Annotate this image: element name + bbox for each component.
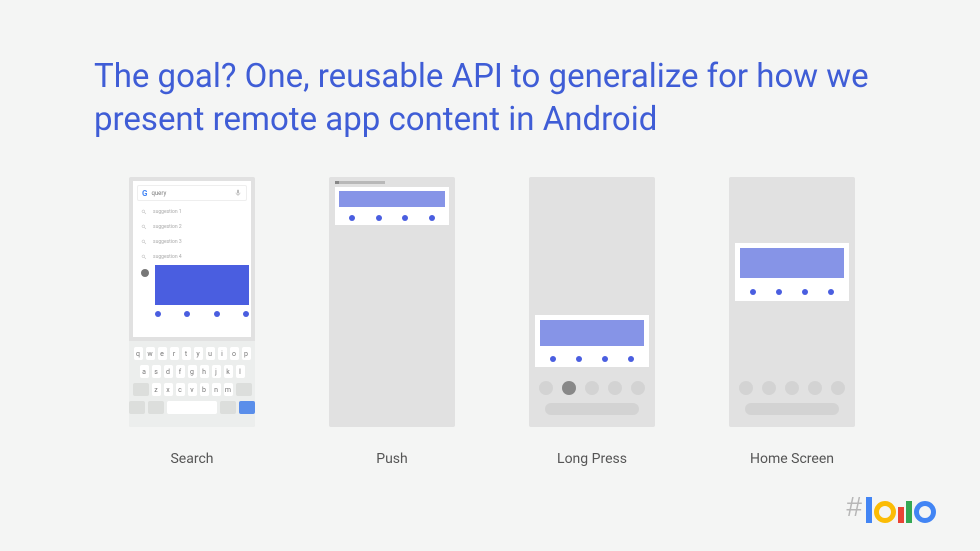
app-dot-icon bbox=[141, 269, 149, 277]
keyboard-key: s bbox=[152, 365, 161, 378]
slice-card bbox=[339, 191, 445, 207]
phone-push bbox=[329, 177, 455, 427]
caption-search: Search bbox=[92, 451, 292, 467]
phone-search: G query suggestion 1 suggestion 2 sugges… bbox=[129, 177, 255, 427]
keyboard-row: asdfghjkl bbox=[129, 365, 255, 378]
slice-actions bbox=[155, 311, 249, 317]
keyboard-key: a bbox=[140, 365, 149, 378]
phone-longpress bbox=[529, 177, 655, 427]
slice-actions bbox=[540, 356, 644, 362]
slice-widget bbox=[535, 315, 649, 367]
dock-apps bbox=[535, 381, 649, 395]
search-pill bbox=[545, 403, 639, 415]
keyboard-key: t bbox=[182, 347, 191, 360]
logo-bar-icon bbox=[906, 501, 912, 523]
io18-logo: # bbox=[846, 491, 936, 523]
search-bar: G query bbox=[137, 185, 247, 201]
keyboard-key: u bbox=[206, 347, 215, 360]
mic-icon bbox=[234, 189, 242, 197]
keyboard-key bbox=[148, 401, 164, 414]
keyboard-key: r bbox=[170, 347, 179, 360]
google-logo-icon: G bbox=[142, 189, 147, 198]
caption-longpress: Long Press bbox=[492, 451, 692, 467]
keyboard-key: z bbox=[152, 383, 161, 396]
search-panel: G query suggestion 1 suggestion 2 sugges… bbox=[133, 181, 251, 337]
hashtag-icon: # bbox=[846, 491, 862, 523]
keyboard-key: i bbox=[218, 347, 227, 360]
keyboard-key: b bbox=[200, 383, 209, 396]
logo-circle-icon bbox=[914, 501, 936, 523]
keyboard-key: f bbox=[176, 365, 185, 378]
caption-homescreen: Home Screen bbox=[692, 451, 892, 467]
keyboard-key: x bbox=[164, 383, 173, 396]
status-bar-icon bbox=[335, 181, 385, 184]
keyboard-key: g bbox=[188, 365, 197, 378]
example-push: Push bbox=[292, 177, 492, 467]
suggestion-row: suggestion 4 bbox=[141, 254, 182, 260]
suggestion-row: suggestion 1 bbox=[141, 209, 182, 215]
keyboard-key: c bbox=[176, 383, 185, 396]
caption-push: Push bbox=[292, 451, 492, 467]
slide-title: The goal? One, reusable API to generaliz… bbox=[94, 56, 894, 142]
suggestion-row: suggestion 3 bbox=[141, 239, 182, 245]
keyboard-row: zxcvbnm bbox=[129, 383, 255, 396]
keyboard-key: l bbox=[236, 365, 245, 378]
keyboard-key: p bbox=[242, 347, 251, 360]
keyboard-send bbox=[239, 401, 255, 414]
search-query: query bbox=[151, 190, 166, 197]
selected-app-icon bbox=[562, 381, 576, 395]
logo-bar-icon bbox=[898, 507, 904, 523]
keyboard-key: m bbox=[224, 383, 233, 396]
example-homescreen: Home Screen bbox=[692, 177, 892, 467]
example-longpress: Long Press bbox=[492, 177, 692, 467]
keyboard-space bbox=[167, 401, 217, 414]
keyboard-row: qwertyuiop bbox=[129, 347, 255, 360]
keyboard-key: w bbox=[146, 347, 155, 360]
example-search: G query suggestion 1 suggestion 2 sugges… bbox=[92, 177, 292, 467]
search-pill bbox=[745, 403, 839, 415]
keyboard-key: h bbox=[200, 365, 209, 378]
slice-widget bbox=[735, 243, 849, 301]
slice-card bbox=[540, 320, 644, 346]
keyboard-key: d bbox=[164, 365, 173, 378]
logo-circle-icon bbox=[874, 501, 896, 523]
suggestion-row: suggestion 2 bbox=[141, 224, 182, 230]
slice-actions bbox=[740, 289, 844, 295]
dock-apps bbox=[735, 381, 849, 395]
keyboard-key: q bbox=[134, 347, 143, 360]
logo-bar-icon bbox=[866, 497, 872, 523]
slice-widget bbox=[335, 187, 449, 225]
slice-card bbox=[155, 265, 249, 305]
slice-card bbox=[740, 248, 844, 278]
phone-homescreen bbox=[729, 177, 855, 427]
keyboard-key: v bbox=[188, 383, 197, 396]
keyboard-key: k bbox=[224, 365, 233, 378]
keyboard-key bbox=[220, 401, 236, 414]
keyboard-key bbox=[129, 401, 145, 414]
keyboard-key: e bbox=[158, 347, 167, 360]
keyboard-key: o bbox=[230, 347, 239, 360]
examples-row: G query suggestion 1 suggestion 2 sugges… bbox=[0, 177, 980, 477]
keyboard-key: n bbox=[212, 383, 221, 396]
keyboard: qwertyuiop asdfghjkl zxcvbnm bbox=[129, 341, 255, 427]
keyboard-row bbox=[129, 401, 255, 414]
slice-actions bbox=[339, 215, 445, 221]
status-bar-icon bbox=[335, 181, 339, 184]
keyboard-key: y bbox=[194, 347, 203, 360]
keyboard-key: j bbox=[212, 365, 221, 378]
